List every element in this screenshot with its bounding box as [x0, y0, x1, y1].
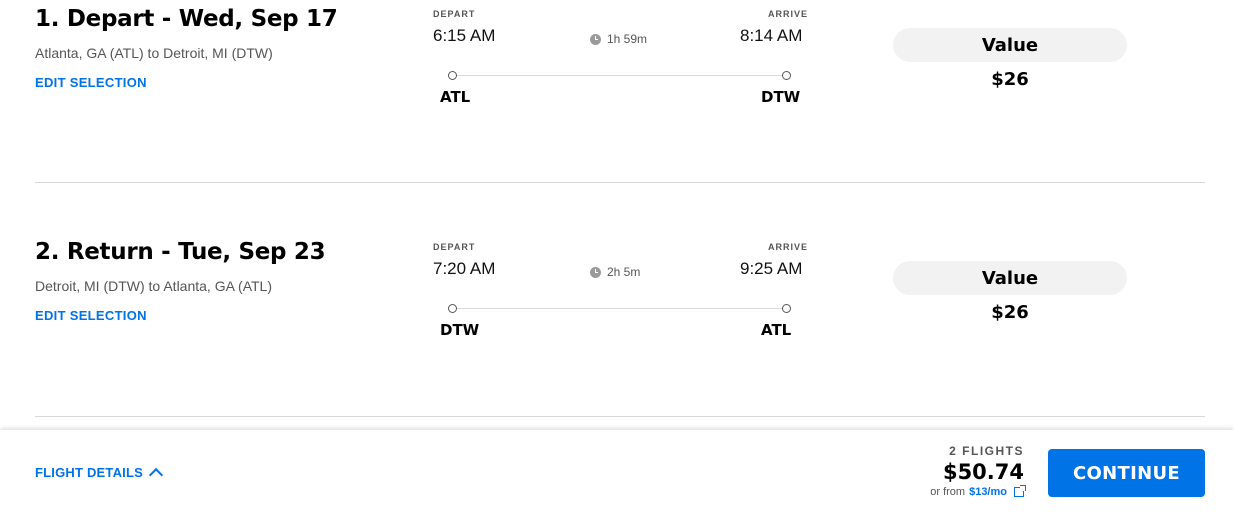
arrive-time: 8:14 AM: [740, 26, 803, 45]
destination-dot-icon: [782, 71, 791, 80]
fare-type-pill[interactable]: Value: [893, 28, 1127, 62]
origin-code: DTW: [440, 321, 480, 339]
financing-link[interactable]: $13/mo: [969, 486, 1007, 498]
flight-duration: 1h 59m: [590, 32, 647, 46]
financing-info: or from $13/mo: [930, 485, 1026, 498]
flight-duration: 2h 5m: [590, 265, 640, 279]
flight-card-depart: 1. Depart - Wed, Sep 17 Atlanta, GA (ATL…: [0, 0, 1234, 183]
fare-type-pill[interactable]: Value: [893, 261, 1127, 295]
destination-code: ATL: [761, 321, 792, 339]
total-price: $50.74: [942, 460, 1024, 484]
flights-count: 2 FLIGHTS: [949, 444, 1024, 458]
financing-prefix: or from: [930, 486, 966, 498]
flight-details-toggle[interactable]: FLIGHT DETAILS: [35, 465, 164, 483]
arrive-label: ARRIVE: [768, 9, 809, 19]
leg-route: Detroit, MI (DTW) to Atlanta, GA (ATL): [35, 278, 273, 294]
destination-dot-icon: [782, 304, 791, 313]
continue-button[interactable]: CONTINUE: [1048, 449, 1205, 497]
flight-card-return: 2. Return - Tue, Sep 23 Detroit, MI (DTW…: [0, 233, 1234, 416]
route-line: [453, 308, 786, 309]
depart-label: DEPART: [433, 9, 476, 19]
depart-time: 6:15 AM: [433, 26, 496, 45]
checkout-footer: FLIGHT DETAILS 2 FLIGHTS $50.74 or from …: [0, 430, 1234, 520]
divider: [35, 416, 1205, 417]
depart-label: DEPART: [433, 242, 476, 252]
edit-selection-link[interactable]: EDIT SELECTION: [35, 75, 147, 90]
leg-title: 2. Return - Tue, Sep 23: [35, 239, 326, 265]
clock-icon: [590, 33, 601, 45]
edit-selection-link[interactable]: EDIT SELECTION: [35, 308, 147, 323]
arrive-label: ARRIVE: [768, 242, 809, 252]
external-link-icon[interactable]: [1014, 485, 1026, 497]
flight-details-label: FLIGHT DETAILS: [35, 465, 143, 480]
fare-price: $26: [991, 302, 1029, 323]
leg-route: Atlanta, GA (ATL) to Detroit, MI (DTW): [35, 45, 273, 61]
arrive-time: 9:25 AM: [740, 259, 803, 278]
duration-text: 2h 5m: [607, 265, 641, 279]
origin-dot-icon: [448, 71, 457, 80]
route-line: [453, 75, 786, 76]
destination-code: DTW: [761, 88, 801, 106]
duration-text: 1h 59m: [607, 32, 648, 46]
origin-code: ATL: [440, 88, 471, 106]
fare-price: $26: [991, 69, 1029, 90]
depart-time: 7:20 AM: [433, 259, 496, 278]
leg-title: 1. Depart - Wed, Sep 17: [35, 6, 338, 32]
clock-icon: [590, 266, 601, 278]
divider: [35, 182, 1205, 183]
chevron-up-icon: [148, 467, 164, 483]
price-summary: 2 FLIGHTS $50.74 or from $13/mo: [930, 444, 1026, 498]
origin-dot-icon: [448, 304, 457, 313]
